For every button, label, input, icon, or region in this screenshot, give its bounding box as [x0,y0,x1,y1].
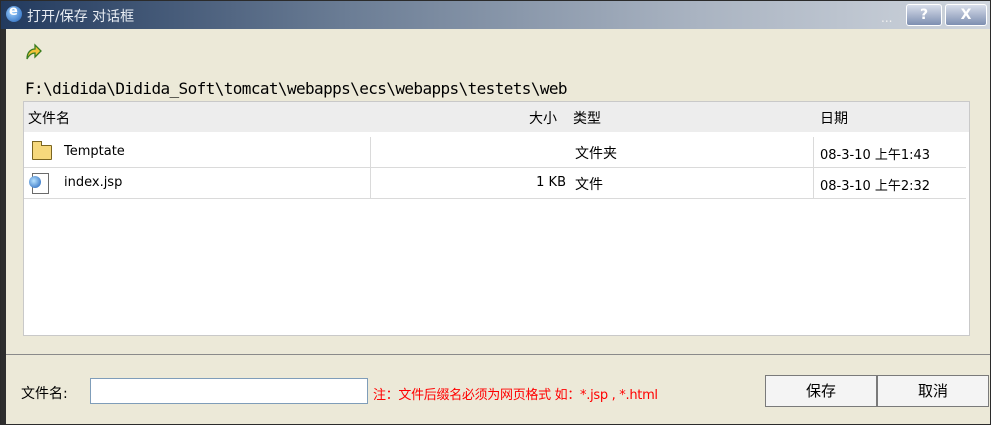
help-button[interactable]: ? [906,4,942,26]
save-button[interactable]: 保存 [765,375,877,407]
file-name: Temptate [64,144,125,159]
up-folder-icon[interactable] [23,41,43,61]
column-divider [813,168,814,198]
current-path: F:\didida\Didida_Soft\tomcat\webapps\ecs… [25,79,568,98]
file-list[interactable]: 文件名 大小 类型 日期 Temptate 文件夹 08-3-10 上午1:43… [23,101,970,336]
file-date: 08-3-10 上午1:43 [820,148,931,163]
file-date: 08-3-10 上午2:32 [820,179,931,194]
column-header-type[interactable]: 类型 [573,108,601,128]
column-header-date[interactable]: 日期 [820,108,848,128]
filename-label: 文件名: [21,386,68,402]
dialog-window: 打开/保存 对话框 ... ? X F:\didida\Didida_Soft\… [0,0,991,425]
title-dots: ... [881,11,893,25]
file-row-temptate[interactable]: Temptate 文件夹 08-3-10 上午1:43 [24,137,966,168]
close-button[interactable]: X [945,4,987,26]
cancel-button[interactable]: 取消 [877,375,989,407]
title-bar[interactable]: 打开/保存 对话框 ... ? X [1,1,990,29]
folder-icon [32,141,52,160]
column-divider [370,168,371,198]
file-size: 1 KB [536,175,566,190]
format-note: 注：文件后缀名必须为网页格式 如：*.jsp , *.html [373,388,658,403]
file-row-index-jsp[interactable]: index.jsp 1 KB 文件 08-3-10 上午2:32 [24,168,966,199]
column-header-name[interactable]: 文件名 [28,108,70,128]
file-type: 文件 [575,177,603,193]
file-name: index.jsp [64,175,123,190]
column-divider [813,137,814,167]
ie-file-icon [29,173,49,194]
window-title: 打开/保存 对话框 [27,9,135,25]
list-header: 文件名 大小 类型 日期 [24,102,969,132]
ie-icon [6,4,22,22]
file-type: 文件夹 [575,146,617,162]
filename-input[interactable] [90,378,368,404]
column-header-size[interactable]: 大小 [529,108,557,128]
column-divider [370,137,371,167]
